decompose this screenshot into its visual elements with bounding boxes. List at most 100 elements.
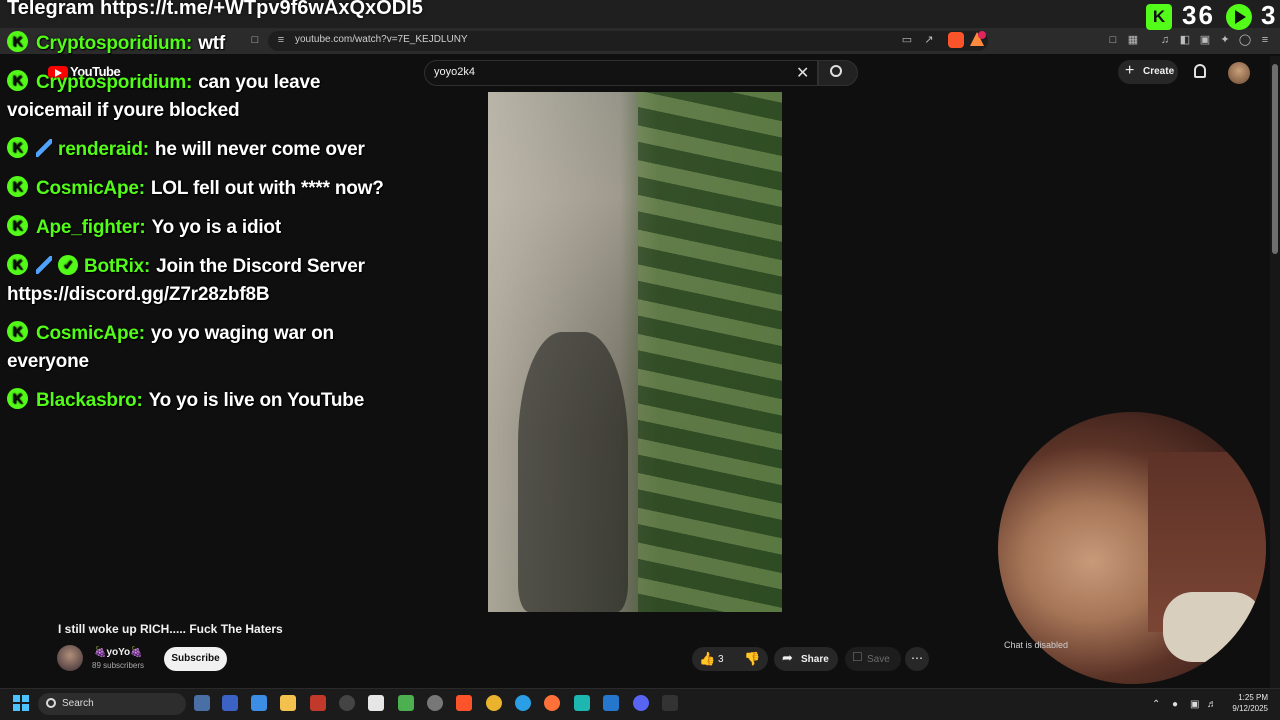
taskbar-app-icon[interactable] xyxy=(662,695,678,711)
brave-shields-icon[interactable] xyxy=(948,32,964,48)
search-input[interactable] xyxy=(424,60,818,86)
search-icon xyxy=(830,65,842,77)
chat-message: Cryptosporidium:wtf xyxy=(7,30,407,58)
taskbar-app-icon[interactable] xyxy=(310,695,326,711)
taskbar-search-label: Search xyxy=(62,698,94,709)
subscribe-button[interactable]: Subscribe xyxy=(164,647,227,671)
search-icon xyxy=(46,698,56,708)
chat-username: Blackasbro: xyxy=(36,390,143,411)
video-title: I still woke up RICH..... Fuck The Hater… xyxy=(58,622,283,636)
taskbar-app-icon[interactable] xyxy=(427,695,443,711)
chat-message: BotRix:Join the Discord Server https://d… xyxy=(7,253,407,309)
taskbar-search-box[interactable] xyxy=(38,693,186,715)
share-page-icon[interactable]: ↗ xyxy=(922,33,936,47)
chat-message: CosmicApe:yo yo waging war on everyone xyxy=(7,320,407,376)
kick-badge-icon xyxy=(7,70,28,91)
share-button-label: Share xyxy=(801,654,829,665)
kick-viewer-count: 36 xyxy=(1182,0,1215,30)
chat-message: Cryptosporidium:can you leave voicemail … xyxy=(7,69,407,125)
taskbar-app-icon[interactable] xyxy=(398,695,414,711)
verified-badge-icon xyxy=(58,255,78,275)
chat-message-text: Yo yo is live on YouTube xyxy=(148,390,365,411)
sword-badge-icon xyxy=(36,256,52,274)
channel-name[interactable]: 🍇yoYo🍇 xyxy=(94,647,143,658)
save-button-label: Save xyxy=(867,654,890,665)
extensions-icon[interactable]: □ xyxy=(1106,33,1120,47)
edge-icon[interactable] xyxy=(515,695,531,711)
wallet-icon[interactable]: ▣ xyxy=(1198,33,1212,47)
kick-badge-icon xyxy=(7,254,28,275)
taskbar-time[interactable]: 1:25 PM xyxy=(1236,693,1268,702)
taskbar-app-icon[interactable] xyxy=(222,695,238,711)
chat-username: renderaid: xyxy=(58,139,149,160)
leo-icon[interactable]: ✦ xyxy=(1218,33,1232,47)
taskbar-app-icon[interactable] xyxy=(339,695,355,711)
firefox-icon[interactable] xyxy=(544,695,560,711)
brave-browser-icon[interactable] xyxy=(456,695,472,711)
volume-icon[interactable]: ♬ xyxy=(1207,699,1217,710)
user-avatar[interactable] xyxy=(1228,62,1250,84)
kick-badge-icon xyxy=(7,137,28,158)
clear-search-icon[interactable]: ✕ xyxy=(796,63,809,83)
chat-overlay: Cryptosporidium:wtf Cryptosporidium:can y… xyxy=(7,30,407,426)
chat-username: CosmicApe: xyxy=(36,178,145,199)
media-icon[interactable]: ♫ xyxy=(1158,33,1172,47)
kick-badge-icon xyxy=(7,215,28,236)
notifications-bell-icon[interactable] xyxy=(1194,64,1206,78)
video-foliage xyxy=(638,92,782,612)
chrome-icon[interactable] xyxy=(486,695,502,711)
sword-badge-icon xyxy=(36,139,52,157)
notification-dot xyxy=(978,31,986,39)
plus-icon: + xyxy=(1125,62,1135,79)
share-icon: ➦ xyxy=(782,650,793,665)
kick-badge-icon xyxy=(7,31,28,52)
subscriber-count: 89 subscribers xyxy=(92,661,145,670)
chat-username: BotRix: xyxy=(84,256,151,277)
more-actions-button[interactable]: ⋯ xyxy=(905,647,929,671)
live-viewers-icon xyxy=(1226,4,1252,30)
chat-message: CosmicApe:LOL fell out with **** now? xyxy=(7,175,407,203)
like-icon[interactable]: 👍 xyxy=(699,651,715,667)
kick-viewers-icon xyxy=(1146,4,1172,30)
sidebar-icon[interactable]: ◧ xyxy=(1178,33,1192,47)
grape-icon: 🍇 xyxy=(94,647,107,658)
discord-icon[interactable] xyxy=(633,695,649,711)
file-explorer-icon[interactable] xyxy=(280,695,296,711)
like-count[interactable]: 3 xyxy=(718,654,724,665)
webcam-bed xyxy=(1163,592,1263,662)
taskbar-date[interactable]: 9/12/2025 xyxy=(1226,704,1268,713)
tray-chevron-icon[interactable]: ⌃ xyxy=(1152,699,1160,710)
chat-disabled-notice: Chat is disabled xyxy=(1004,640,1069,650)
chat-message: Ape_fighter:Yo yo is a idiot xyxy=(7,214,407,242)
menu-icon[interactable]: ≡ xyxy=(1258,33,1272,47)
telegram-link-overlay: Telegram https://t.me/+WTpv9f6wAxQxODI5 xyxy=(7,0,423,19)
video-shadow xyxy=(518,332,628,612)
chat-username: Cryptosporidium: xyxy=(36,72,193,93)
chat-username: Cryptosporidium: xyxy=(36,33,193,54)
create-button-label: Create xyxy=(1143,66,1175,77)
taskbar-app-icon[interactable] xyxy=(574,695,590,711)
channel-avatar[interactable] xyxy=(57,645,83,671)
vscode-icon[interactable] xyxy=(603,695,619,711)
taskbar-app-icon[interactable] xyxy=(368,695,384,711)
screenshot-icon[interactable]: ▦ xyxy=(1126,33,1140,47)
taskbar-app-icon[interactable] xyxy=(251,695,267,711)
search-input-value[interactable]: yoyo2k4 xyxy=(434,66,475,78)
vpn-icon[interactable]: ◯ xyxy=(1238,33,1252,47)
chat-message: renderaid:he will never come over xyxy=(7,136,407,164)
windows-start-icon[interactable] xyxy=(13,695,29,711)
cast-icon[interactable]: ▭ xyxy=(900,33,914,47)
page-scrollbar-thumb[interactable] xyxy=(1272,64,1278,254)
screen: □ ≡ youtube.com/watch?v=7E_KEJDLUNY ▭ ↗ … xyxy=(0,0,1280,720)
taskbar-app-icon[interactable] xyxy=(194,695,210,711)
video-player[interactable] xyxy=(488,92,782,612)
kick-badge-icon xyxy=(7,176,28,197)
chat-username: Ape_fighter: xyxy=(36,217,146,238)
chat-message-text: Yo yo is a idiot xyxy=(151,217,282,238)
microphone-icon[interactable]: ● xyxy=(1172,699,1178,710)
dislike-icon[interactable]: 👎 xyxy=(744,651,760,667)
network-icon[interactable]: ▣ xyxy=(1190,699,1199,710)
channel-name-text[interactable]: yoYo xyxy=(106,647,130,658)
chat-message-text: wtf xyxy=(198,33,226,54)
chat-message-text: he will never come over xyxy=(154,139,365,160)
